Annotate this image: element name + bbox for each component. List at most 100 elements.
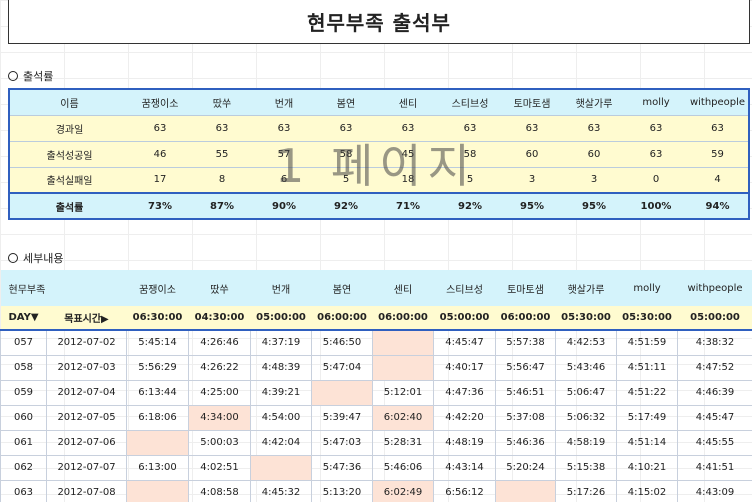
cell[interactable]: 꿈쟁이소 bbox=[126, 270, 189, 306]
cell[interactable]: 4:45:32 bbox=[250, 479, 312, 502]
cell[interactable]: 63 bbox=[625, 141, 687, 168]
cell[interactable]: 5:46:50 bbox=[311, 329, 373, 356]
cell[interactable]: 이름 bbox=[9, 89, 129, 116]
cell[interactable]: DAY▼ bbox=[0, 306, 47, 331]
cell[interactable]: 4:47:52 bbox=[677, 354, 752, 381]
cell[interactable]: 71% bbox=[377, 192, 439, 220]
cell[interactable]: 5:43:46 bbox=[555, 354, 617, 381]
cell[interactable]: 63 bbox=[439, 115, 501, 142]
cell[interactable]: 95% bbox=[563, 192, 625, 220]
cell[interactable]: 061 bbox=[0, 429, 47, 456]
cell[interactable]: 8 bbox=[191, 167, 253, 194]
cell[interactable]: 목표시간▶ bbox=[46, 306, 127, 331]
cell[interactable]: 4:02:51 bbox=[188, 454, 251, 481]
cell[interactable]: 90% bbox=[253, 192, 315, 220]
cell[interactable]: 경과일 bbox=[9, 115, 129, 142]
cell[interactable]: 5:15:38 bbox=[555, 454, 617, 481]
cell[interactable]: 5:06:47 bbox=[555, 379, 617, 406]
cell[interactable]: 63 bbox=[501, 115, 563, 142]
cell[interactable]: withpeople bbox=[677, 270, 752, 306]
cell[interactable]: 92% bbox=[315, 192, 377, 220]
cell[interactable]: 58 bbox=[439, 141, 501, 168]
cell[interactable]: 4:45:47 bbox=[433, 329, 496, 356]
cell[interactable]: 3 bbox=[501, 167, 563, 194]
cell[interactable]: 05:00:00 bbox=[250, 306, 312, 331]
cell[interactable]: 060 bbox=[0, 404, 47, 431]
cell[interactable]: 0 bbox=[625, 167, 687, 194]
cell[interactable]: 4:46:39 bbox=[677, 379, 752, 406]
cell[interactable]: 95% bbox=[501, 192, 563, 220]
cell[interactable]: 2012-07-07 bbox=[46, 454, 127, 481]
cell[interactable]: 6:13:00 bbox=[126, 454, 189, 481]
cell[interactable]: 4:51:11 bbox=[616, 354, 678, 381]
cell[interactable]: 센티 bbox=[377, 89, 439, 116]
cell[interactable]: 5:46:51 bbox=[495, 379, 556, 406]
cell[interactable]: 2012-07-03 bbox=[46, 354, 127, 381]
cell[interactable]: 번개 bbox=[253, 89, 315, 116]
cell[interactable]: 4:34:00 bbox=[188, 404, 251, 431]
cell[interactable]: 63 bbox=[191, 115, 253, 142]
cell[interactable]: 땄쑤 bbox=[191, 89, 253, 116]
cell[interactable]: 4:45:47 bbox=[677, 404, 752, 431]
cell[interactable]: 2012-07-05 bbox=[46, 404, 127, 431]
cell[interactable] bbox=[311, 379, 373, 406]
cell[interactable]: 4:47:36 bbox=[433, 379, 496, 406]
cell[interactable]: 5:28:31 bbox=[372, 429, 434, 456]
cell[interactable]: 땄쑤 bbox=[188, 270, 251, 306]
cell[interactable]: 5:17:49 bbox=[616, 404, 678, 431]
cell[interactable]: 4:48:39 bbox=[250, 354, 312, 381]
cell[interactable]: 05:00:00 bbox=[677, 306, 752, 331]
cell[interactable]: 058 bbox=[0, 354, 47, 381]
cell[interactable]: 출석실패일 bbox=[9, 167, 129, 194]
cell[interactable]: 5 bbox=[315, 167, 377, 194]
cell[interactable]: 06:00:00 bbox=[311, 306, 373, 331]
cell[interactable]: 92% bbox=[439, 192, 501, 220]
cell[interactable]: 06:30:00 bbox=[126, 306, 189, 331]
cell[interactable]: 햇살가루 bbox=[563, 89, 625, 116]
cell[interactable]: 58 bbox=[315, 141, 377, 168]
cell[interactable]: 5:46:36 bbox=[495, 429, 556, 456]
cell[interactable]: 057 bbox=[0, 329, 47, 356]
cell[interactable]: 59 bbox=[687, 141, 749, 168]
cell[interactable]: 63 bbox=[129, 115, 191, 142]
cell[interactable]: 3 bbox=[563, 167, 625, 194]
cell[interactable]: 봄연 bbox=[311, 270, 373, 306]
cell[interactable]: 4:42:04 bbox=[250, 429, 312, 456]
cell[interactable]: 4:37:19 bbox=[250, 329, 312, 356]
cell[interactable]: 4:54:00 bbox=[250, 404, 312, 431]
cell[interactable]: withpeople bbox=[687, 89, 749, 116]
cell[interactable]: 꿈쟁이소 bbox=[129, 89, 191, 116]
cell[interactable]: 5:46:06 bbox=[372, 454, 434, 481]
cell[interactable]: 출석률 bbox=[9, 192, 129, 220]
cell[interactable]: 5:47:36 bbox=[311, 454, 373, 481]
cell[interactable]: 63 bbox=[625, 115, 687, 142]
cell[interactable]: 5:57:38 bbox=[495, 329, 556, 356]
cell[interactable]: 94% bbox=[687, 192, 749, 220]
cell[interactable]: molly bbox=[625, 89, 687, 116]
cell[interactable]: 05:30:00 bbox=[616, 306, 678, 331]
cell[interactable]: 5:37:08 bbox=[495, 404, 556, 431]
cell[interactable]: 04:30:00 bbox=[188, 306, 251, 331]
cell[interactable] bbox=[372, 329, 434, 356]
cell[interactable]: 스티브성 bbox=[439, 89, 501, 116]
cell[interactable]: 5:39:47 bbox=[311, 404, 373, 431]
cell[interactable]: 059 bbox=[0, 379, 47, 406]
cell[interactable]: 2012-07-04 bbox=[46, 379, 127, 406]
cell[interactable]: 번개 bbox=[250, 270, 312, 306]
cell[interactable]: 4:26:46 bbox=[188, 329, 251, 356]
cell[interactable]: 06:00:00 bbox=[495, 306, 556, 331]
cell[interactable]: 2012-07-08 bbox=[46, 479, 127, 502]
cell[interactable]: 햇살가루 bbox=[555, 270, 617, 306]
cell[interactable]: 토마토샘 bbox=[501, 89, 563, 116]
cell[interactable]: molly bbox=[616, 270, 678, 306]
cell[interactable]: 63 bbox=[687, 115, 749, 142]
cell[interactable]: 4:40:17 bbox=[433, 354, 496, 381]
cell[interactable]: 55 bbox=[191, 141, 253, 168]
cell[interactable]: 6:02:49 bbox=[372, 479, 434, 502]
cell[interactable]: 2012-07-02 bbox=[46, 329, 127, 356]
cell[interactable]: 4:15:02 bbox=[616, 479, 678, 502]
cell[interactable]: 봄연 bbox=[315, 89, 377, 116]
cell[interactable]: 63 bbox=[253, 115, 315, 142]
cell[interactable]: 4:51:14 bbox=[616, 429, 678, 456]
cell[interactable]: 4:42:53 bbox=[555, 329, 617, 356]
